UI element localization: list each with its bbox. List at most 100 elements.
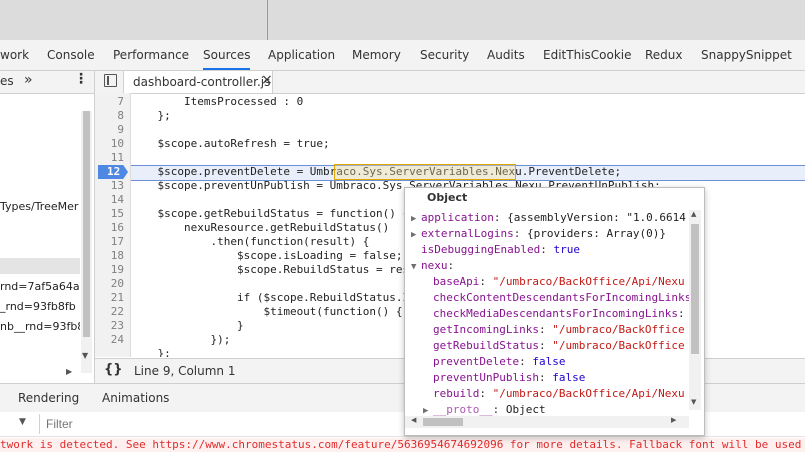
breakpoint-line-number: 12: [107, 165, 121, 178]
console-filter-input[interactable]: [44, 415, 408, 433]
file-tree-item[interactable]: Types/TreeMer: [0, 200, 80, 213]
file-tab[interactable]: dashboard-controller.js ×: [123, 71, 273, 93]
line-number[interactable]: 24: [95, 333, 124, 347]
tab-security[interactable]: Security: [420, 40, 469, 70]
line-number[interactable]: 13: [95, 179, 124, 193]
popover-title: Object: [427, 191, 468, 204]
drawer-tab-rendering[interactable]: Rendering: [18, 391, 79, 405]
line-number-gutter[interactable]: 7 8 9 10 11 13 14 15 16 17 18 19 20 21 2…: [95, 93, 131, 357]
code-line: .then(function(result) {: [131, 235, 370, 248]
code-line: };: [131, 109, 171, 122]
toggle-navigator-icon[interactable]: [104, 74, 117, 87]
line-number[interactable]: 16: [95, 221, 124, 235]
kebab-menu-icon[interactable]: ⋮: [74, 71, 88, 87]
expand-arrow-icon[interactable]: ▶: [411, 227, 421, 242]
popover-horizontal-scrollbar[interactable]: ◀ ▶: [405, 416, 689, 428]
line-number[interactable]: 11: [95, 151, 124, 165]
property-row[interactable]: preventDelete: false: [433, 354, 689, 370]
close-tab-icon[interactable]: ×: [261, 72, 273, 88]
navigator-header: es » ⋮: [0, 71, 94, 94]
property-row[interactable]: checkMediaDescendantsForIncomingLinks:: [433, 306, 689, 322]
expand-arrow-icon[interactable]: ▶: [411, 211, 421, 226]
code-line: $scope.isLoading = false;: [131, 249, 403, 262]
drawer-tab-animations[interactable]: Animations: [102, 391, 169, 405]
code-line: };: [131, 347, 171, 357]
property-row[interactable]: ▶ externalLogins: {providers: Array(0)}: [411, 226, 689, 242]
line-number[interactable]: 23: [95, 319, 124, 333]
code-line: nexuResource.getRebuildStatus(): [131, 221, 390, 234]
hovered-token-highlight[interactable]: [334, 164, 516, 180]
navigator-tab-label[interactable]: es: [0, 74, 14, 88]
code-line: }: [131, 319, 244, 332]
file-tree-item[interactable]: _rnd=93fb8fb: [0, 300, 80, 313]
tab-sources[interactable]: Sources: [203, 40, 251, 70]
tab-console[interactable]: Console: [47, 40, 95, 70]
property-row[interactable]: ▶ application: {assemblyVersion: "1.0.661…: [411, 210, 689, 226]
code-line: $scope.getRebuildStatus = function() {: [131, 207, 410, 220]
navigator-panel: es » ⋮ Types/TreeMer rnd=7af5a64a5 _rnd=…: [0, 71, 95, 383]
top-divider: [267, 0, 268, 40]
line-number[interactable]: 8: [95, 109, 124, 123]
scroll-right-arrow-icon[interactable]: ▶: [671, 416, 676, 424]
collapse-arrow-icon[interactable]: ▼: [411, 259, 421, 274]
popover-vertical-scrollbar[interactable]: ▲ ▼: [689, 210, 701, 410]
object-property-tree[interactable]: ▶ application: {assemblyVersion: "1.0.661…: [405, 210, 689, 420]
pretty-print-icon[interactable]: {}: [104, 362, 123, 377]
code-line: $timeout(function() {: [131, 305, 403, 318]
scroll-right-arrow-icon[interactable]: ▶: [66, 367, 72, 376]
tab-snappysnippet[interactable]: SnappySnippet: [701, 40, 792, 70]
property-row[interactable]: checkContentDescendantsForIncomingLinks:: [433, 290, 689, 306]
tab-audits[interactable]: Audits: [487, 40, 525, 70]
file-tree-item[interactable]: rnd=7af5a64a5: [0, 280, 80, 293]
popover-scrollbar-thumb[interactable]: [691, 224, 699, 354]
devtools-main-tabs: work Console Performance Sources Applica…: [0, 40, 805, 71]
line-number[interactable]: 10: [95, 137, 124, 151]
property-row[interactable]: getIncomingLinks: "/umbraco/BackOffice: [433, 322, 689, 338]
line-number[interactable]: 9: [95, 123, 124, 137]
line-number[interactable]: 15: [95, 207, 124, 221]
toolbar-divider: [39, 414, 40, 434]
code-line: ItemsProcessed : 0: [131, 95, 304, 108]
property-row[interactable]: getRebuildStatus: "/umbraco/BackOffice: [433, 338, 689, 354]
line-number[interactable]: 21: [95, 291, 124, 305]
line-number[interactable]: 7: [95, 95, 124, 109]
breakpoint-marker[interactable]: 12: [98, 165, 128, 179]
navigator-scrollbar-thumb[interactable]: [83, 111, 90, 337]
property-row[interactable]: baseApi: "/umbraco/BackOffice/Api/Nexu: [433, 274, 689, 290]
context-dropdown-icon[interactable]: ▼: [19, 417, 26, 427]
code-line: });: [131, 333, 231, 346]
file-tree-item[interactable]: nb__rnd=93fb8f: [0, 320, 80, 333]
editor-tab-strip: dashboard-controller.js ×: [95, 71, 805, 94]
scroll-down-arrow-icon[interactable]: ▼: [691, 398, 696, 406]
tab-redux[interactable]: Redux: [645, 40, 683, 70]
tree-selection-row[interactable]: [0, 258, 80, 274]
line-number[interactable]: 22: [95, 305, 124, 319]
line-number[interactable]: 20: [95, 277, 124, 291]
property-row[interactable]: rebuild: "/umbraco/BackOffice/Api/Nexu: [433, 386, 689, 402]
console-message-row: twork is detected. See https://www.chrom…: [0, 438, 805, 452]
line-number[interactable]: 19: [95, 263, 124, 277]
popover-hscroll-thumb[interactable]: [423, 418, 463, 426]
tab-application[interactable]: Application: [268, 40, 335, 70]
tab-performance[interactable]: Performance: [113, 40, 189, 70]
property-row[interactable]: ▼ nexu:: [411, 258, 689, 274]
line-number[interactable]: 18: [95, 249, 124, 263]
file-tab-label: dashboard-controller.js: [133, 75, 271, 89]
cursor-position: Line 9, Column 1: [134, 364, 236, 378]
scroll-down-arrow-icon[interactable]: ▼: [82, 351, 88, 360]
object-preview-popover[interactable]: Object ▶ application: {assemblyVersion: "…: [404, 187, 705, 436]
scroll-up-arrow-icon[interactable]: ▲: [691, 210, 696, 218]
tab-editthiscookie[interactable]: EditThisCookie: [543, 40, 632, 70]
tab-memory[interactable]: Memory: [352, 40, 401, 70]
tab-network[interactable]: work: [0, 40, 29, 70]
property-row[interactable]: preventUnPublish: false: [433, 370, 689, 386]
line-number[interactable]: 14: [95, 193, 124, 207]
code-line: $scope.autoRefresh = true;: [131, 137, 330, 150]
navigator-scrollbar[interactable]: [81, 111, 92, 373]
more-tabs-icon[interactable]: »: [24, 72, 33, 88]
line-number[interactable]: 17: [95, 235, 124, 249]
console-error-text: twork is detected. See https://www.chrom…: [0, 438, 805, 451]
window-top-area: [0, 0, 805, 40]
property-row[interactable]: isDebuggingEnabled: true: [421, 242, 689, 258]
scroll-left-arrow-icon[interactable]: ◀: [411, 416, 416, 424]
